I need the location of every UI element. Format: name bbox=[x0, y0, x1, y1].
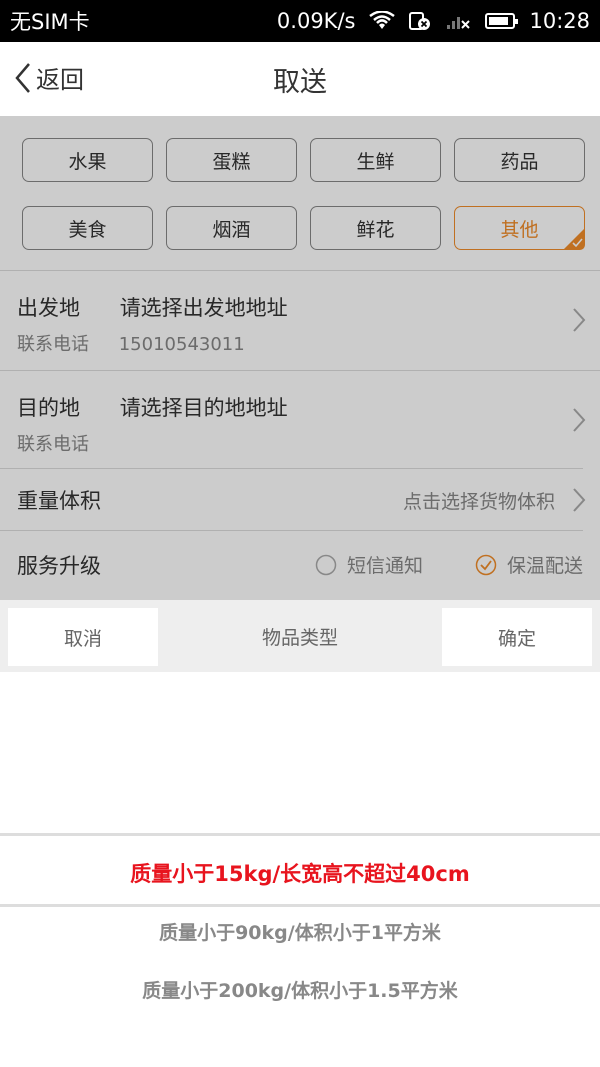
picker-option[interactable]: 质量小于15kg/长宽高不超过40cm bbox=[0, 858, 600, 888]
insulated-option[interactable]: 保温配送 bbox=[475, 551, 583, 578]
picker-divider-top bbox=[0, 833, 600, 836]
category-grid: 水果 蛋糕 生鲜 药品美食 烟酒 鲜花 其他 bbox=[0, 116, 600, 270]
category-label: 烟酒 bbox=[212, 218, 251, 241]
category-label: 蛋糕 bbox=[212, 150, 251, 173]
battery-level bbox=[489, 17, 509, 25]
sim-error-icon bbox=[409, 12, 431, 30]
category-label: 美食 bbox=[68, 218, 107, 241]
category-button[interactable]: 美食 bbox=[22, 206, 153, 250]
category-button[interactable]: 烟酒 bbox=[166, 206, 297, 250]
chevron-left-icon bbox=[15, 62, 30, 93]
insulated-option-label: 保温配送 bbox=[506, 555, 583, 577]
sms-option[interactable]: 短信通知 bbox=[315, 551, 423, 578]
origin-phone-label: 联系电话 bbox=[17, 334, 89, 355]
picker-option[interactable]: 质量小于90kg/体积小于1平方米 bbox=[0, 918, 600, 945]
category-label: 生鲜 bbox=[356, 150, 395, 173]
category-button[interactable]: 生鲜 bbox=[310, 138, 441, 182]
checkmark-corner-icon bbox=[563, 228, 585, 250]
chevron-right-icon bbox=[573, 408, 586, 432]
back-button[interactable]: 返回 bbox=[14, 60, 84, 95]
category-label: 药品 bbox=[500, 150, 539, 173]
status-bar: 无SIM卡 0.09K/s 10:28 bbox=[0, 0, 600, 42]
order-form: 水果 蛋糕 生鲜 药品美食 烟酒 鲜花 其他 出发地 请选择出发地地址 联系电话 15010… bbox=[0, 116, 600, 600]
confirm-button[interactable]: 确定 bbox=[442, 608, 592, 666]
carrier-label: 无SIM卡 bbox=[10, 10, 90, 34]
sms-option-label: 短信通知 bbox=[346, 555, 423, 577]
picker-title: 物品类型 bbox=[261, 626, 338, 649]
battery-icon bbox=[485, 13, 519, 29]
category-button[interactable]: 水果 bbox=[22, 138, 153, 182]
chevron-right-icon bbox=[573, 308, 586, 332]
back-label: 返回 bbox=[36, 66, 84, 94]
destination-address: 请选择目的地地址 bbox=[119, 396, 288, 420]
cancel-button[interactable]: 取消 bbox=[8, 608, 158, 666]
page-title: 取送 bbox=[273, 66, 327, 98]
nav-bar: 返回 取送 bbox=[0, 42, 600, 116]
weight-label: 重量体积 bbox=[17, 489, 101, 513]
category-button[interactable]: 蛋糕 bbox=[166, 138, 297, 182]
picker-divider-bottom bbox=[0, 904, 600, 907]
origin-row[interactable]: 出发地 请选择出发地地址 联系电话 15010543011 bbox=[0, 270, 600, 370]
destination-phone-label: 联系电话 bbox=[17, 434, 89, 455]
category-label: 鲜花 bbox=[356, 218, 395, 241]
weight-row[interactable]: 重量体积 点击选择货物体积 bbox=[0, 468, 586, 530]
category-button[interactable]: 其他 bbox=[454, 206, 585, 250]
status-indicators: 0.09K/s 10:28 bbox=[277, 9, 590, 33]
origin-address: 请选择出发地地址 bbox=[119, 296, 288, 320]
picker-toolbar: 取消 物品类型 确定 bbox=[0, 600, 600, 672]
network-speed: 0.09K/s bbox=[276, 9, 356, 33]
destination-row[interactable]: 目的地 请选择目的地地址 联系电话 bbox=[0, 370, 600, 468]
origin-label: 出发地 bbox=[17, 296, 80, 320]
category-label: 水果 bbox=[68, 150, 107, 173]
wifi-icon bbox=[369, 11, 396, 29]
service-row: 服务升级 短信通知 保温配送 bbox=[0, 530, 583, 590]
destination-label: 目的地 bbox=[17, 396, 80, 420]
item-type-picker[interactable]: 质量小于15kg/长宽高不超过40cm 质量小于90kg/体积小于1平方米 质量… bbox=[0, 672, 600, 1067]
service-label: 服务升级 bbox=[17, 554, 101, 578]
weight-hint: 点击选择货物体积 bbox=[402, 491, 555, 513]
category-label: 其他 bbox=[500, 218, 539, 241]
picker-option[interactable]: 质量小于200kg/体积小于1.5平方米 bbox=[0, 976, 600, 1003]
origin-phone: 15010543011 bbox=[118, 334, 245, 355]
clock: 10:28 bbox=[529, 9, 590, 33]
radio-checked-icon bbox=[475, 554, 497, 575]
chevron-right-icon bbox=[573, 488, 586, 512]
category-button[interactable]: 鲜花 bbox=[310, 206, 441, 250]
signal-icon bbox=[447, 17, 471, 29]
category-button[interactable]: 药品 bbox=[454, 138, 585, 182]
radio-unchecked-icon bbox=[315, 554, 337, 575]
